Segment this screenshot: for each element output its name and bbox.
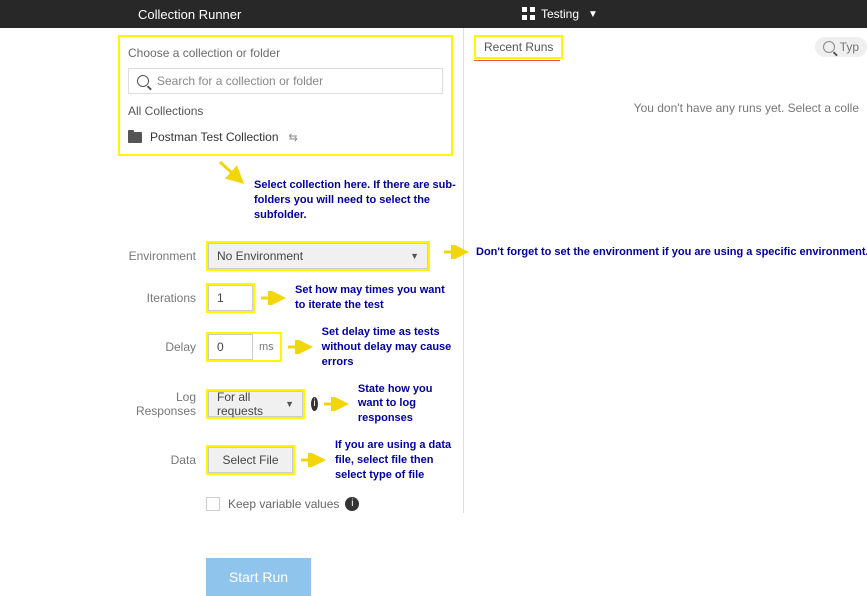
collection-search[interactable]: [128, 68, 443, 94]
share-icon: ⇆: [289, 131, 297, 144]
app-title: Collection Runner: [10, 7, 241, 22]
annotation-environment: Don't forget to set the environment if y…: [476, 245, 867, 260]
folder-icon: [128, 132, 142, 143]
info-icon[interactable]: i: [311, 397, 318, 411]
choose-label: Choose a collection or folder: [128, 46, 443, 60]
keep-vars-label: Keep variable values: [228, 497, 339, 511]
annotation-iterations: Set how may times you want to iterate th…: [295, 283, 453, 313]
annotation-delay: Set delay time as tests without delay ma…: [322, 325, 453, 370]
tab-underline: [474, 60, 560, 61]
delay-input[interactable]: [208, 334, 253, 360]
annotation-collection: Select collection here. If there are sub…: [254, 178, 464, 223]
arrow-icon: [218, 160, 248, 188]
collection-search-input[interactable]: [157, 74, 434, 88]
delay-unit: ms: [253, 341, 280, 353]
annotation-data: If you are using a data file, select fil…: [335, 438, 453, 483]
tab-recent-runs[interactable]: Recent Runs: [474, 35, 563, 59]
start-run-button[interactable]: Start Run: [206, 558, 311, 596]
select-file-button[interactable]: Select File: [208, 447, 293, 473]
arrow-icon: [324, 397, 350, 411]
label-environment: Environment: [118, 249, 206, 263]
runs-search[interactable]: Typ: [815, 37, 867, 57]
collection-chooser: Choose a collection or folder All Collec…: [118, 35, 453, 156]
arrow-icon: [301, 453, 327, 467]
arrow-icon: [261, 291, 287, 305]
label-delay: Delay: [118, 340, 206, 354]
env-name: Testing: [541, 7, 579, 21]
collection-name: Postman Test Collection: [150, 130, 279, 144]
all-collections-label: All Collections: [128, 104, 443, 118]
arrow-icon: [288, 340, 314, 354]
top-bar: Collection Runner Testing ▼: [0, 0, 867, 28]
collection-item[interactable]: Postman Test Collection ⇆: [128, 128, 443, 146]
annotation-log: State how you want to log responses: [358, 382, 453, 427]
iterations-input[interactable]: [208, 285, 253, 311]
search-icon: [137, 75, 149, 87]
environment-dropdown[interactable]: No Environment ▼: [208, 243, 428, 269]
label-data: Data: [118, 453, 206, 467]
empty-runs-message: You don't have any runs yet. Select a co…: [474, 101, 859, 115]
label-log: Log Responses: [118, 390, 206, 418]
grid-icon: [522, 7, 536, 21]
environment-switcher[interactable]: Testing ▼: [522, 7, 598, 21]
chevron-down-icon: ▼: [410, 251, 419, 261]
chevron-down-icon: ▼: [588, 9, 598, 20]
log-dropdown[interactable]: For all requests ▼: [208, 391, 303, 417]
chevron-down-icon: ▼: [285, 399, 294, 409]
info-icon[interactable]: i: [345, 497, 359, 511]
search-icon: [823, 41, 835, 53]
keep-vars-checkbox[interactable]: [206, 497, 220, 511]
arrow-icon: [444, 245, 470, 259]
label-iterations: Iterations: [118, 291, 206, 305]
